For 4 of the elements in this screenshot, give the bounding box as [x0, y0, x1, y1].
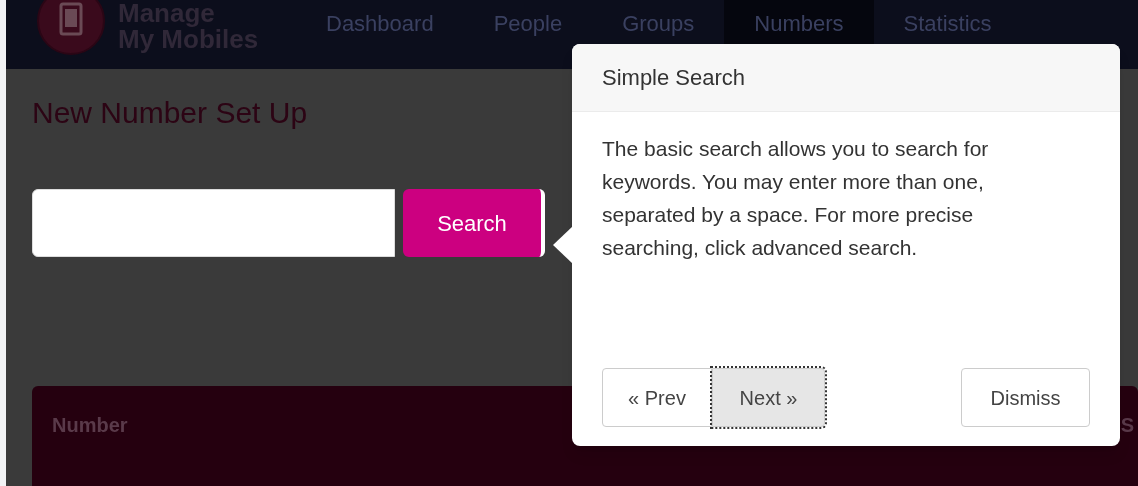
- popover-text: The basic search allows you to search for keywords. You may enter more than one, separated by a space. For more precise searching, click advanced search.: [601, 136, 990, 261]
- column-header: S: [1120, 413, 1134, 438]
- column-header: Number: [52, 413, 128, 438]
- popover-title: Simple Search: [572, 44, 1120, 112]
